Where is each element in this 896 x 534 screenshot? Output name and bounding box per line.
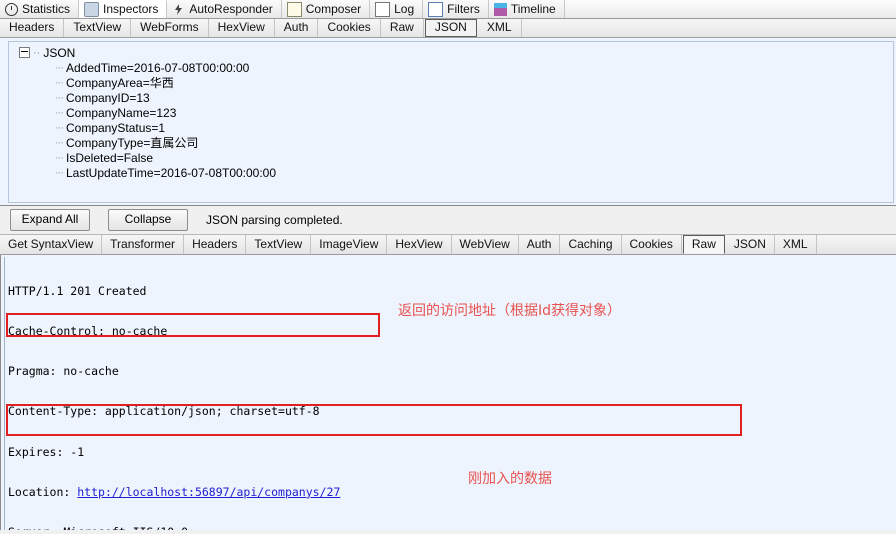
log-icon — [375, 1, 391, 17]
request-tab-auth[interactable]: Auth — [275, 19, 319, 37]
request-tab-hexview[interactable]: HexView — [209, 19, 275, 37]
main-tab-label: Timeline — [510, 1, 556, 16]
raw-response-text[interactable]: HTTP/1.1 201 Created Cache-Control: no-c… — [4, 257, 896, 530]
response-tab-json[interactable]: JSON — [726, 235, 775, 254]
json-button-bar: Expand All Collapse JSON parsing complet… — [0, 206, 896, 235]
tree-lead-icon: ··· — [55, 91, 64, 104]
response-inspector-tab-bar: Get SyntaxView Transformer Headers TextV… — [0, 235, 896, 255]
request-tab-raw[interactable]: Raw — [381, 19, 424, 37]
timeline-icon — [493, 2, 507, 16]
response-tab-transformer[interactable]: Transformer — [102, 235, 185, 254]
json-tree-node[interactable]: ··· CompanyStatus=1 — [11, 120, 893, 135]
request-tab-textview[interactable]: TextView — [64, 19, 132, 37]
raw-header-line: Cache-Control: no-cache — [8, 324, 168, 339]
main-tab-label: Composer — [305, 1, 362, 16]
annotation-location-text: 返回的访问地址（根据Id获得对象） — [398, 303, 622, 319]
tree-lead-icon: ··· — [55, 151, 64, 164]
compose-icon — [286, 1, 302, 17]
location-label: Location: — [8, 484, 78, 499]
main-tab-timeline[interactable]: Timeline — [488, 0, 565, 18]
raw-header-line: Pragma: no-cache — [8, 364, 119, 379]
json-inspector-panel: ·· JSON ··· AddedTime=2016-07-08T00:00:0… — [0, 38, 896, 206]
response-tab-filler — [817, 235, 896, 254]
main-tab-statistics[interactable]: Statistics — [0, 0, 80, 18]
tree-lead-icon: ··· — [55, 76, 64, 89]
collapse-button[interactable]: Collapse — [108, 209, 188, 231]
json-tree-view[interactable]: ·· JSON ··· AddedTime=2016-07-08T00:00:0… — [8, 41, 894, 203]
main-tab-label: Filters — [447, 1, 480, 16]
json-node-label: CompanyType=直属公司 — [66, 136, 199, 150]
json-node-label: CompanyStatus=1 — [66, 120, 166, 135]
inspectors-icon — [84, 2, 100, 17]
main-tab-filler — [565, 0, 896, 18]
raw-header-line: Server: Microsoft-IIS/10.0 — [8, 525, 896, 530]
main-tab-composer[interactable]: Composer — [281, 0, 371, 18]
tree-lead-icon: ··· — [55, 106, 64, 119]
response-tab-imageview[interactable]: ImageView — [311, 235, 388, 254]
bolt-icon — [172, 3, 185, 16]
raw-header-line: Content-Type: application/json; charset=… — [8, 404, 320, 419]
main-tab-label: Inspectors — [103, 2, 159, 16]
json-node-label: AddedTime=2016-07-08T00:00:00 — [66, 60, 250, 75]
response-tab-caching[interactable]: Caching — [560, 235, 622, 254]
expand-all-button[interactable]: Expand All — [10, 209, 90, 231]
json-node-label: CompanyArea=华西 — [66, 76, 174, 90]
main-tab-inspectors[interactable]: Inspectors — [79, 0, 168, 18]
main-tab-bar: Statistics Inspectors AutoResponder Comp… — [0, 0, 896, 19]
json-tree-node[interactable]: ··· CompanyID=13 — [11, 90, 893, 105]
request-tab-json[interactable]: JSON — [424, 19, 477, 37]
tree-dash: ·· — [33, 46, 41, 59]
collapse-expander-icon[interactable] — [19, 47, 30, 58]
main-tab-label: AutoResponder — [189, 1, 273, 16]
response-tab-headers[interactable]: Headers — [184, 235, 247, 254]
tree-lead-icon: ··· — [55, 61, 64, 74]
request-tab-xml[interactable]: XML — [478, 19, 522, 37]
response-tab-textview[interactable]: TextView — [246, 235, 312, 254]
tree-lead-icon: ··· — [55, 121, 64, 134]
response-tab-get-syntaxview[interactable]: Get SyntaxView — [0, 235, 103, 254]
main-tab-log[interactable]: Log — [370, 0, 424, 18]
filter-icon — [428, 1, 444, 17]
json-root-label: JSON — [43, 45, 76, 60]
main-tab-filters[interactable]: Filters — [423, 0, 489, 18]
request-tab-cookies[interactable]: Cookies — [318, 19, 381, 37]
json-parse-status: JSON parsing completed. — [206, 213, 343, 227]
response-tab-xml[interactable]: XML — [775, 235, 817, 254]
request-tab-headers[interactable]: Headers — [0, 19, 65, 37]
fiddler-window: Statistics Inspectors AutoResponder Comp… — [0, 0, 896, 534]
raw-status-line: HTTP/1.1 201 Created — [8, 283, 147, 298]
location-url-link[interactable]: http://localhost:56897/api/companys/27 — [77, 485, 340, 499]
json-node-label: CompanyID=13 — [66, 90, 150, 105]
json-tree-node[interactable]: ··· LastUpdateTime=2016-07-08T00:00:00 — [11, 165, 893, 180]
request-tab-webforms[interactable]: WebForms — [131, 19, 209, 37]
json-tree-node[interactable]: ··· CompanyName=123 — [11, 105, 893, 120]
json-node-label: LastUpdateTime=2016-07-08T00:00:00 — [66, 165, 277, 180]
json-node-label: CompanyName=123 — [66, 105, 177, 120]
response-tab-hexview[interactable]: HexView — [387, 235, 452, 254]
main-tab-label: Statistics — [22, 1, 71, 16]
raw-response-panel: HTTP/1.1 201 Created Cache-Control: no-c… — [0, 255, 896, 530]
json-tree-node[interactable]: ··· AddedTime=2016-07-08T00:00:00 — [11, 60, 893, 75]
response-tab-webview[interactable]: WebView — [452, 235, 519, 254]
clock-icon — [5, 2, 18, 16]
annotation-body-text: 刚加入的数据 — [468, 471, 552, 487]
tree-lead-icon: ··· — [55, 166, 64, 179]
raw-header-line: Expires: -1 — [8, 444, 85, 459]
tree-lead-icon: ··· — [55, 136, 64, 149]
response-tab-raw[interactable]: Raw — [682, 235, 725, 254]
main-tab-label: Log — [394, 1, 415, 16]
main-tab-autoresponder[interactable]: AutoResponder — [167, 0, 282, 18]
response-tab-cookies[interactable]: Cookies — [622, 235, 682, 254]
json-node-label: IsDeleted=False — [66, 150, 154, 165]
request-inspector-tab-bar: Headers TextView WebForms HexView Auth C… — [0, 19, 896, 38]
json-tree-node[interactable]: ··· IsDeleted=False — [11, 150, 893, 165]
raw-location-line: Location: http://localhost:56897/api/com… — [8, 484, 896, 499]
json-tree-node[interactable]: ··· CompanyArea=华西 — [11, 75, 893, 90]
response-tab-auth[interactable]: Auth — [519, 235, 561, 254]
json-tree-node[interactable]: ··· CompanyType=直属公司 — [11, 135, 893, 150]
request-tab-filler — [522, 19, 896, 37]
json-tree-root[interactable]: ·· JSON — [11, 45, 893, 60]
